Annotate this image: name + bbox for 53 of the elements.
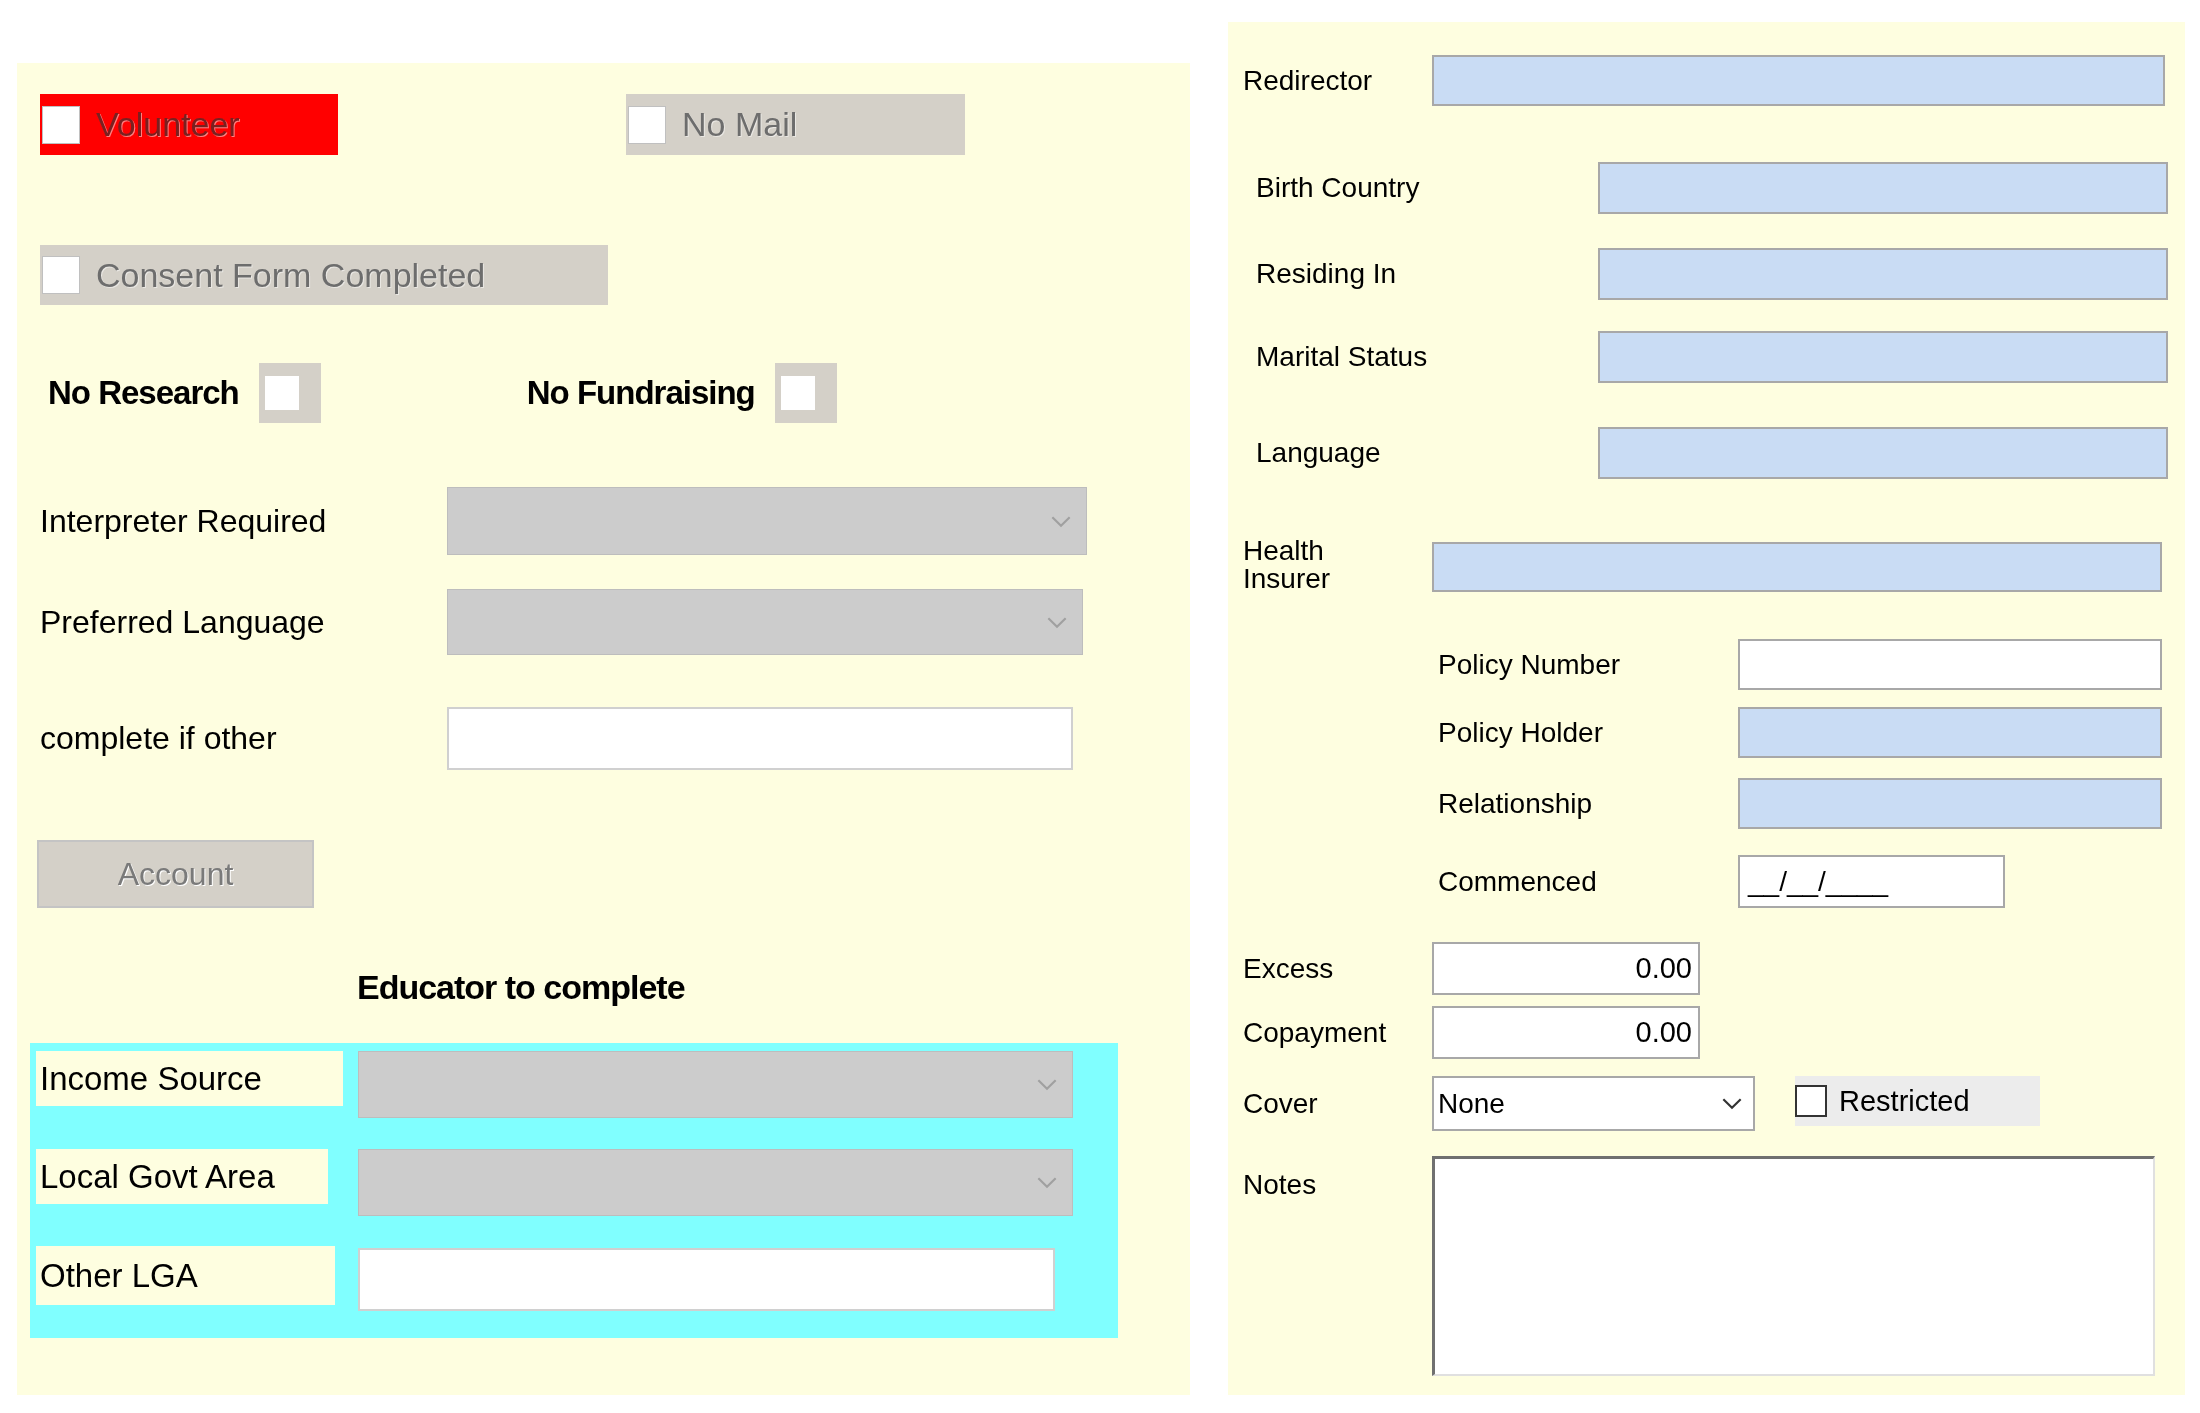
field-label: Cover [1243, 1088, 1319, 1120]
dropdown-value: None [1438, 1087, 1505, 1120]
checkbox[interactable] [264, 376, 299, 410]
chevron-down-icon [1036, 1176, 1058, 1189]
chevron-down-icon [1050, 514, 1072, 528]
input-field[interactable] [1432, 542, 2162, 592]
field-label: Language [1256, 437, 1382, 469]
input-field[interactable] [1432, 55, 2165, 106]
input-field[interactable] [447, 707, 1073, 770]
field-label: Notes [1243, 1169, 1318, 1201]
checkbox-label: Consent Form Completed [96, 255, 486, 295]
field-label: Other LGA [36, 1246, 335, 1305]
field-label: Interpreter Required [40, 502, 328, 540]
field-label: Preferred Language [40, 603, 326, 641]
input-field[interactable] [1738, 778, 2162, 829]
checkbox-label: No Mail [682, 105, 798, 144]
checkbox-label: Restricted [1839, 1084, 1970, 1118]
checkbox-label: No Fundraising [526, 374, 755, 412]
input-field[interactable] [1738, 707, 2162, 758]
field-label: Income Source [36, 1051, 343, 1106]
field-label: Health Insurer [1243, 537, 1332, 593]
field-label: Commenced [1438, 865, 1598, 898]
field-label: Redirector [1243, 64, 1374, 97]
field-label: Policy Holder [1438, 716, 1604, 749]
checkbox-label: Volunteer [96, 105, 240, 144]
input-field[interactable] [358, 1248, 1055, 1311]
field-label: Residing In [1256, 258, 1398, 290]
dropdown[interactable]: None [1432, 1076, 1755, 1131]
input-field[interactable]: __/__/____ [1738, 855, 2005, 908]
field-label: Policy Number [1438, 648, 1622, 681]
notes-textarea[interactable] [1432, 1156, 2155, 1376]
checkbox[interactable] [780, 376, 815, 410]
field-label: Birth Country [1256, 172, 1421, 204]
field-label: Excess [1243, 952, 1335, 985]
input-field[interactable]: 0.00 [1432, 942, 1700, 995]
chevron-down-icon [1036, 1078, 1058, 1091]
chevron-down-icon [1721, 1097, 1743, 1110]
section-title: Educator to complete [357, 967, 685, 1008]
checkbox-label: No Research [48, 374, 239, 412]
input-field[interactable] [1598, 162, 2168, 214]
field-label: Copayment [1243, 1016, 1388, 1049]
field-label: Relationship [1438, 787, 1594, 820]
field-label: Local Govt Area [36, 1149, 328, 1204]
input-field[interactable] [1738, 639, 2162, 690]
field-label: complete if other [40, 720, 278, 757]
input-field[interactable] [1598, 427, 2168, 479]
chevron-down-icon [1046, 615, 1068, 629]
input-field[interactable] [1598, 331, 2168, 383]
input-field[interactable] [1598, 248, 2168, 300]
checkbox[interactable] [1795, 1085, 1827, 1117]
field-label: Marital Status [1256, 341, 1429, 373]
input-field[interactable]: 0.00 [1432, 1006, 1700, 1059]
checkbox-control[interactable]: Restricted [1795, 1076, 2040, 1126]
